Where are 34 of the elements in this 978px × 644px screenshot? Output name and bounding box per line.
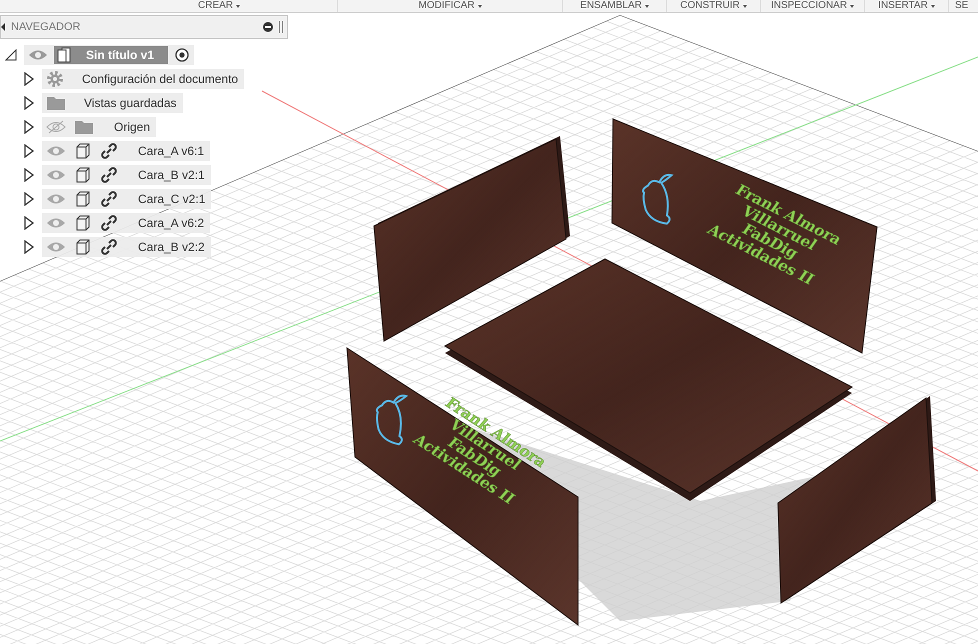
minimize-icon[interactable] <box>263 22 273 32</box>
expand-icon[interactable] <box>23 192 35 206</box>
caret-icon <box>236 4 240 8</box>
radio-icon[interactable] <box>174 47 190 63</box>
link-icon <box>100 142 118 160</box>
expand-icon[interactable] <box>23 96 35 110</box>
grip-icon[interactable] <box>279 21 283 33</box>
expand-icon[interactable] <box>23 120 35 134</box>
caret-icon <box>930 4 935 8</box>
link-icon <box>100 214 118 232</box>
expand-icon[interactable] <box>5 49 17 61</box>
expand-icon[interactable] <box>23 240 35 254</box>
expand-icon[interactable] <box>23 72 35 86</box>
link-icon <box>100 238 118 256</box>
toolbar-menu[interactable]: MODIFICAR <box>338 0 563 12</box>
collapse-icon[interactable] <box>1 23 5 31</box>
toolbar-menu[interactable]: ENSAMBLAR <box>563 0 667 12</box>
toolbar-menu[interactable]: CREAR <box>198 0 338 12</box>
caret-icon <box>850 4 854 8</box>
folder-icon <box>46 95 66 111</box>
toolbar-menu[interactable]: CONSTRUIR <box>667 0 761 12</box>
folder-icon <box>74 119 94 135</box>
toolbar-menu[interactable]: SE <box>949 0 968 12</box>
expand-icon[interactable] <box>23 144 35 158</box>
panel-title: NAVEGADOR <box>11 21 82 33</box>
toolbar-menu[interactable]: INSPECCIONAR <box>761 0 865 12</box>
caret-icon <box>644 4 649 8</box>
expand-icon[interactable] <box>23 216 35 230</box>
link-icon <box>100 190 118 208</box>
link-icon <box>100 166 118 184</box>
caret-icon <box>478 4 482 8</box>
toolbar-menu[interactable]: INSERTAR <box>865 0 949 12</box>
caret-icon <box>742 4 747 8</box>
expand-icon[interactable] <box>23 168 35 182</box>
